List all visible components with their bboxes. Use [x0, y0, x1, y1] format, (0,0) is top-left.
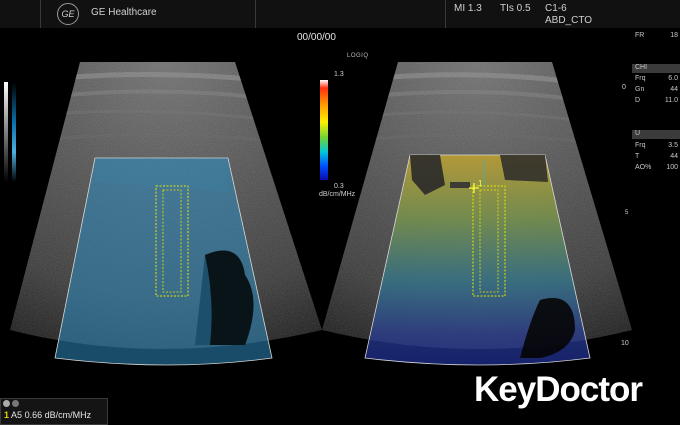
depth-ruler-10: 10: [621, 340, 629, 347]
d-label: D: [635, 97, 641, 104]
measure-dot-icon: [12, 400, 19, 407]
attenuation-color-bar: [320, 80, 328, 180]
fr-label: FR: [635, 32, 645, 39]
ao-value: 100: [666, 164, 678, 171]
gn-label: Gn: [635, 86, 645, 93]
divider: [255, 0, 256, 28]
scale-unit: dB/cm/MHz: [319, 191, 356, 198]
d-value: 11.0: [664, 97, 678, 104]
u-header: U: [635, 130, 641, 137]
measurement-result: 1 A5 0.66 dB/cm/MHz: [4, 410, 91, 420]
measurement-label: A5: [11, 410, 23, 420]
measurement-index: 1: [4, 410, 10, 420]
t-value: 44: [670, 153, 678, 160]
scale-min: 0.3: [334, 183, 344, 190]
ge-logo-icon: GE: [57, 3, 79, 25]
ao-label: AO%: [635, 164, 652, 171]
measurement-value: 0.66 dB/cm/MHz: [24, 410, 92, 420]
frq-label: Frq: [635, 75, 646, 82]
brand-name: GE Healthcare: [91, 7, 157, 18]
frq2-label: Frq: [635, 142, 646, 149]
fr-value: 18: [670, 32, 678, 39]
watermark-logo: KeyDoctor: [474, 370, 643, 409]
chi-header: CHI: [635, 64, 648, 71]
logo-text: GE: [61, 9, 75, 19]
preset-name: ABD_CTO: [545, 15, 593, 26]
measure-dot-icon: [3, 400, 10, 407]
frq-value: 6.0: [668, 75, 678, 82]
roi-marker-label: 1: [478, 179, 483, 188]
gn-value: 44: [670, 86, 678, 93]
t-label: T: [635, 153, 640, 160]
ultrasound-image-area: 1: [10, 62, 632, 366]
probe-name: C1-6: [545, 3, 567, 14]
depth-ruler-0: 0: [622, 84, 626, 91]
mechanical-index: MI 1.3: [454, 3, 482, 14]
thermal-index: TIs 0.5: [500, 3, 531, 14]
scale-max: 1.3: [334, 71, 344, 78]
left-bmode-image: [10, 62, 322, 366]
divider: [40, 0, 41, 28]
depth-ruler-5: 5: [625, 210, 629, 216]
divider: [445, 0, 446, 28]
frq2-value: 3.5: [668, 142, 678, 149]
probe-info: C1-6 ABD_CTO: [545, 3, 592, 27]
